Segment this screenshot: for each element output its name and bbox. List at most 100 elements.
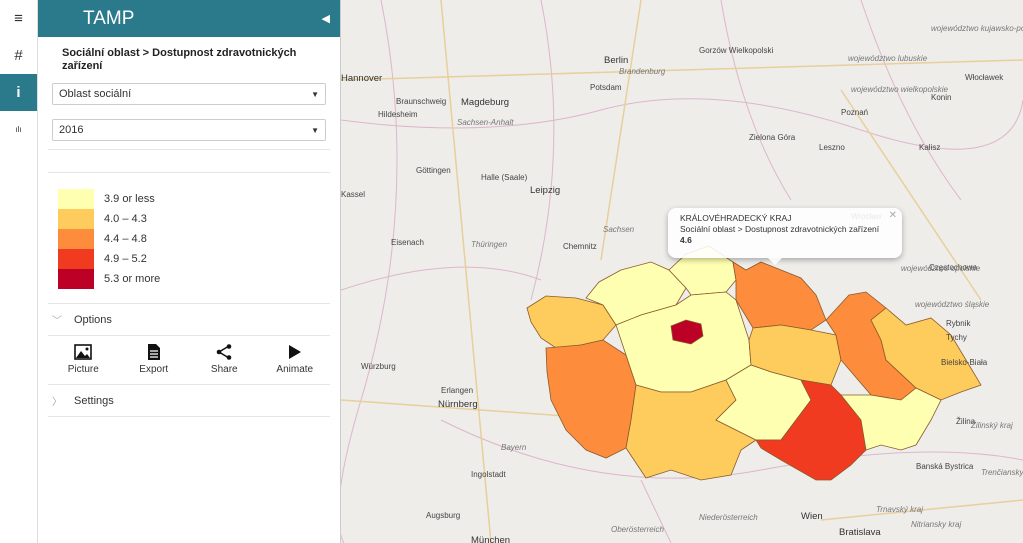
chart-icon[interactable]: ılı <box>0 111 37 148</box>
city-label: Eisenach <box>391 238 424 247</box>
app-title: TAMP <box>83 7 135 29</box>
hash-icon[interactable]: # <box>0 37 37 74</box>
city-label: Hildesheim <box>378 110 418 119</box>
legend-swatch <box>58 249 94 269</box>
popup-value: 4.6 <box>680 235 692 245</box>
legend-swatch <box>58 189 94 209</box>
settings-toggle[interactable]: 〉 Settings <box>38 385 340 416</box>
popup-tip <box>768 258 782 265</box>
city-label: Hannover <box>341 73 383 84</box>
export-label: Export <box>139 364 169 375</box>
popup-indicator: Sociální oblast > Dostupnost zdravotnick… <box>680 224 880 234</box>
legend-item: 3.9 or less <box>58 189 340 209</box>
collapse-panel-icon[interactable]: ◀ <box>322 12 330 25</box>
dropdown-arrow-icon: ▼ <box>311 89 319 99</box>
legend-label: 4.4 – 4.8 <box>104 233 147 245</box>
legend-label: 5.3 or more <box>104 273 161 285</box>
city-label: Augsburg <box>426 511 461 520</box>
legend-label: 4.0 – 4.3 <box>104 213 147 225</box>
city-label: województwo opolskie <box>901 264 981 273</box>
legend-label: 4.9 – 5.2 <box>104 253 147 265</box>
legend: 3.9 or less 4.0 – 4.3 4.4 – 4.8 4.9 – 5.2 5.… <box>38 173 340 303</box>
city-label: Nitriansky kraj <box>911 520 962 529</box>
region-kralovehradecky[interactable] <box>732 261 827 331</box>
city-label: Göttingen <box>416 166 451 175</box>
city-label: Bratislava <box>839 527 881 538</box>
city-label: Magdeburg <box>461 97 510 108</box>
divider <box>48 416 330 417</box>
export-button[interactable]: Export <box>124 344 184 380</box>
city-label: Włocławek <box>965 73 1004 82</box>
region-plzensky[interactable] <box>545 339 637 459</box>
city-label: Bayern <box>501 443 527 452</box>
city-label: Würzburg <box>361 362 396 371</box>
toolbar: Picture Export Share Animate <box>38 336 340 384</box>
animate-label: Animate <box>276 364 314 375</box>
legend-item: 4.9 – 5.2 <box>58 249 340 269</box>
play-icon <box>288 345 301 359</box>
legend-item: 4.4 – 4.8 <box>58 229 340 249</box>
city-label: Rybnik <box>946 319 971 328</box>
city-label: Sachsen <box>603 225 635 234</box>
city-label: województwo lubuskie <box>848 54 928 63</box>
icon-rail: ≡ # i ılı <box>0 0 38 543</box>
city-label: Trenčiansky kraj <box>981 468 1023 477</box>
city-label: Nürnberg <box>438 399 478 410</box>
city-label: Chemnitz <box>563 242 597 251</box>
legend-item: 4.0 – 4.3 <box>58 209 340 229</box>
city-label: Oberösterreich <box>611 525 664 534</box>
city-label: Halle (Saale) <box>481 173 528 182</box>
city-label: Trnavský kraj <box>876 505 923 514</box>
city-label: Tychy <box>946 333 967 342</box>
city-label: Bielsko-Biała <box>941 358 988 367</box>
city-label: Leszno <box>819 143 845 152</box>
city-label: Kassel <box>341 190 366 199</box>
picture-label: Picture <box>67 364 99 375</box>
legend-swatch <box>58 209 94 229</box>
city-label: województwo kujawsko-pomorskie <box>931 24 1023 33</box>
settings-label: Settings <box>74 394 114 407</box>
divider <box>48 149 330 150</box>
share-label: Share <box>210 364 238 375</box>
share-button[interactable]: Share <box>194 344 254 380</box>
breadcrumb: Sociální oblast > Dostupnost zdravotnick… <box>62 47 297 72</box>
city-label: Berlin <box>604 55 629 66</box>
share-icon <box>216 344 232 360</box>
chevron-down-icon: ﹀ <box>52 316 62 327</box>
city-label: Potsdam <box>590 83 622 92</box>
menu-icon[interactable]: ≡ <box>0 0 37 37</box>
area-select[interactable]: Oblast sociální ▼ <box>52 83 326 105</box>
city-label: województwo śląskie <box>915 300 990 309</box>
city-label: Niederösterreich <box>699 513 758 522</box>
city-label: Brandenburg <box>619 67 666 76</box>
side-panel: TAMP ◀ Sociální oblast > Dostupnost zdra… <box>38 0 341 543</box>
city-label: Poznań <box>841 108 869 117</box>
city-label: Braunschweig <box>396 97 447 106</box>
options-toggle[interactable]: ﹀ Options <box>38 304 340 335</box>
city-label: Leipzig <box>530 185 561 196</box>
region-popup: ✕ KRÁLOVÉHRADECKÝ KRAJ Sociální oblast >… <box>668 208 902 265</box>
info-icon[interactable]: i <box>0 74 37 111</box>
city-label: Erlangen <box>441 386 474 395</box>
picture-button[interactable]: Picture <box>53 344 113 380</box>
animate-button[interactable]: Animate <box>265 344 325 380</box>
options-label: Options <box>74 313 112 326</box>
panel-header: TAMP ◀ <box>38 0 340 37</box>
city-label: Gorzów Wielkopolski <box>699 46 774 55</box>
city-label: Wien <box>801 511 823 522</box>
city-label: Thüringen <box>471 240 508 249</box>
picture-icon <box>74 344 93 360</box>
close-icon[interactable]: ✕ <box>889 210 897 221</box>
legend-swatch <box>58 229 94 249</box>
legend-label: 3.9 or less <box>104 193 155 205</box>
popup-region-name: KRÁLOVÉHRADECKÝ KRAJ <box>680 213 792 223</box>
legend-item: 5.3 or more <box>58 269 340 289</box>
legend-swatch <box>58 269 94 289</box>
map-canvas[interactable]: Hannover Braunschweig Magdeburg Hildesheim S… <box>341 0 1023 543</box>
document-icon <box>147 344 160 360</box>
area-select-value: Oblast sociální <box>59 88 132 100</box>
dropdown-arrow-icon: ▼ <box>311 125 319 135</box>
city-label: Žilinský kraj <box>971 421 1013 430</box>
year-select[interactable]: 2016 ▼ <box>52 119 326 141</box>
city-label: München <box>471 535 511 543</box>
